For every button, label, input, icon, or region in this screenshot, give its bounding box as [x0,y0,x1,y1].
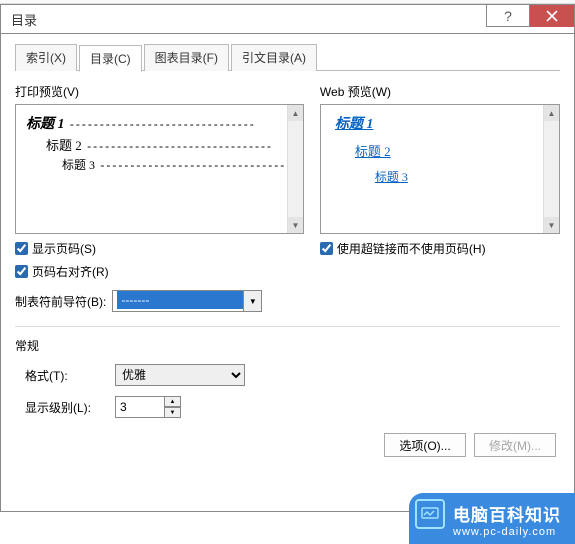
hyperlinks-checkbox[interactable] [320,242,333,255]
scroll-up-icon[interactable]: ▲ [544,105,559,121]
scrollbar[interactable]: ▲ ▼ [287,105,303,233]
general-title: 常规 [15,337,560,354]
tabstrip: 索引(X) 目录(C) 图表目录(F) 引文目录(A) [15,44,560,71]
watermark-badge: 电脑百科知识 www.pc-daily.com [409,493,575,544]
right-align-label: 页码右对齐(R) [32,263,109,280]
web-link[interactable]: 标题 2 [355,141,553,160]
hyperlinks-label: 使用超链接而不使用页码(H) [337,240,486,257]
levels-spinner[interactable]: ▲ ▼ [115,396,181,418]
levels-label: 显示级别(L): [25,399,95,416]
show-pages-checkbox[interactable] [15,242,28,255]
modify-button: 修改(M)... [474,433,556,457]
toc-line: 标题 3 -------------------------------5 [26,156,297,173]
dialog-title: 目录 [1,10,37,29]
close-icon [546,10,558,22]
spin-up-icon[interactable]: ▲ [165,396,181,407]
print-preview-label: 打印预览(V) [15,83,304,100]
levels-input[interactable] [115,396,165,418]
leader-label: 制表符前导符(B): [15,293,106,310]
web-preview-box: 标题 1 标题 2 标题 3 ▲ ▼ [320,104,560,234]
tab-citations[interactable]: 引文目录(A) [231,44,317,71]
print-preview-box: 标题 1 -------------------------------1 标题 … [15,104,304,234]
web-link[interactable]: 标题 1 [335,113,553,133]
brand-url: www.pc-daily.com [453,526,561,538]
close-button[interactable] [530,5,574,27]
toc-line: 标题 1 -------------------------------1 [26,113,297,133]
scrollbar[interactable]: ▲ ▼ [543,105,559,233]
help-button[interactable]: ? [486,5,530,27]
scroll-up-icon[interactable]: ▲ [288,105,303,121]
options-button[interactable]: 选项(O)... [384,433,466,457]
scroll-down-icon[interactable]: ▼ [544,217,559,233]
right-align-checkbox[interactable] [15,265,28,278]
format-select[interactable]: 优雅 [115,364,245,386]
toc-line: 标题 2 -------------------------------3 [26,135,297,154]
leader-combo[interactable]: ------- ▼ [112,290,262,312]
chevron-down-icon[interactable]: ▼ [243,291,261,311]
tab-toc[interactable]: 目录(C) [79,45,142,72]
dialog-body: 索引(X) 目录(C) 图表目录(F) 引文目录(A) 打印预览(V) 标题 1… [0,34,575,512]
monitor-icon [415,499,445,529]
web-preview-label: Web 预览(W) [320,83,560,100]
leader-value: ------- [117,291,247,309]
divider [15,326,560,327]
spin-down-icon[interactable]: ▼ [165,407,181,418]
titlebar: 目录 ? [0,4,575,34]
show-pages-label: 显示页码(S) [32,240,96,257]
scroll-down-icon[interactable]: ▼ [288,217,303,233]
format-label: 格式(T): [25,367,95,384]
web-link[interactable]: 标题 3 [375,168,553,185]
brand-text: 电脑百科知识 [453,501,561,526]
tab-figures[interactable]: 图表目录(F) [144,44,229,71]
tab-index[interactable]: 索引(X) [15,44,77,71]
